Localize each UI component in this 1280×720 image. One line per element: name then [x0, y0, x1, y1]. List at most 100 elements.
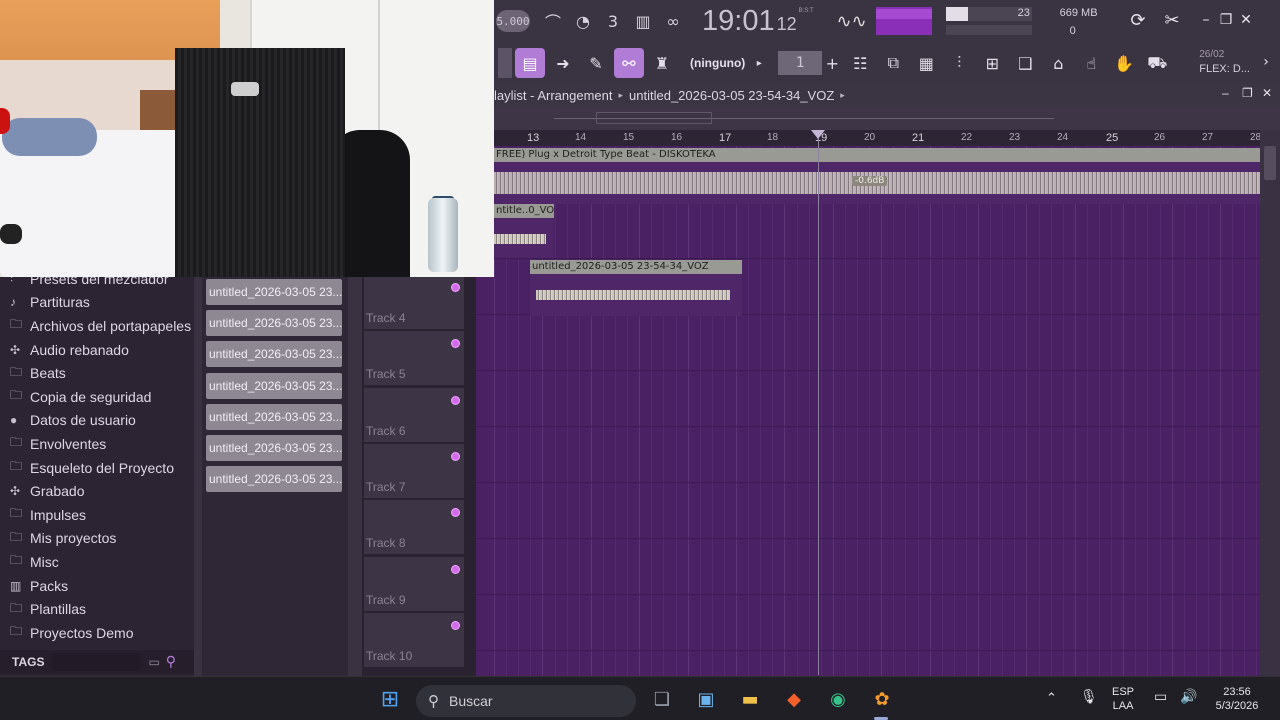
plugin-icon[interactable]: ✂ [1162, 10, 1182, 31]
playlist-minimize-icon[interactable]: – [1222, 86, 1229, 100]
browser-item[interactable]: 🗀 Mis proyectos [0, 527, 194, 551]
playhead-marker[interactable] [811, 130, 825, 139]
volume-icon[interactable]: 🔊 [1180, 689, 1197, 703]
browser-item[interactable]: 🗀 Esqueleto del Proyecto [0, 456, 194, 480]
playlist-grid[interactable] [476, 146, 1260, 676]
playlist-close-icon[interactable]: ✕ [1262, 86, 1272, 100]
piano-roll-icon[interactable]: ▤ [515, 48, 545, 78]
browser-item[interactable]: 🗀 Beats [0, 361, 194, 385]
metronome-icon[interactable]: ⌒ [538, 6, 568, 36]
browser-item[interactable]: ● Datos de usuario [0, 409, 194, 433]
track-led-icon[interactable] [451, 395, 460, 405]
browser-item[interactable]: ✣ Audio rebanado [0, 338, 194, 362]
mixer-icon[interactable]: ⫶ [944, 48, 974, 78]
pattern-item[interactable]: untitled_2026-03-05 23... [206, 435, 342, 461]
pattern-item[interactable]: untitled_2026-03-05 23... [206, 279, 342, 305]
track-led-icon[interactable] [451, 339, 460, 349]
close-icon[interactable]: ✕ [1236, 10, 1256, 30]
fl-studio-icon[interactable]: ✿ [868, 685, 896, 713]
news-panel[interactable]: 26/02 FLEX: D... [1199, 48, 1250, 76]
add-pattern-icon[interactable]: + [822, 48, 842, 78]
timeline-ruler[interactable]: 13 14 15 16 17 18 19 20 21 22 23 24 25 2… [494, 130, 1261, 146]
countdown-icon[interactable]: 3 [598, 6, 628, 36]
browser-item[interactable]: ▥ Packs [0, 574, 194, 598]
search-icon[interactable]: ⚲ [166, 654, 176, 670]
tags-search-input[interactable] [52, 653, 141, 671]
snap-selector[interactable]: (ninguno) [686, 52, 750, 74]
whatsapp-icon[interactable]: ◉ [824, 685, 852, 713]
track-header[interactable]: Track 4 [364, 275, 464, 329]
system-clock[interactable]: 23:56 5/3/2026 [1208, 685, 1266, 713]
track-header[interactable]: Track 8 [364, 500, 464, 555]
pattern-item[interactable]: untitled_2026-03-05 23... [206, 466, 342, 493]
stamp-icon[interactable]: ♜ [647, 48, 677, 78]
task-view-icon[interactable]: ❏ [648, 685, 676, 713]
browser-item[interactable]: ✣ Grabado [0, 479, 194, 503]
pattern-item[interactable]: untitled_2026-03-05 23... [206, 372, 342, 399]
plugin-database-icon[interactable]: ⌂ [1043, 48, 1073, 78]
tempo-display[interactable]: 5.000 [496, 10, 530, 32]
browser-item[interactable]: 🗀 Archivos del portapapeles [0, 314, 194, 338]
browser-item[interactable]: 🗀 Copia de seguridad [0, 385, 194, 409]
oscilloscope-icon[interactable]: ∿∿ [830, 8, 874, 34]
track-header[interactable]: Track 6 [364, 387, 464, 442]
pattern-number-stepper[interactable]: 1 [778, 51, 823, 75]
vertical-scroll-thumb[interactable] [1264, 146, 1276, 180]
step-edit-icon[interactable]: ▥ [628, 6, 658, 36]
playlist-restore-icon[interactable]: ❐ [1242, 86, 1253, 100]
browser-item[interactable]: 🗀 Envolventes [0, 432, 194, 456]
minimize-icon[interactable]: – [1196, 10, 1216, 30]
loop-record-icon[interactable]: ∞ [658, 6, 688, 36]
store-icon[interactable]: ▣ [692, 685, 720, 713]
folder-icon[interactable]: ▭ [148, 655, 159, 669]
track-header[interactable]: Track 10 [364, 612, 464, 667]
track-header[interactable]: Track 9 [364, 556, 464, 611]
track-led-icon[interactable] [451, 451, 460, 461]
audio-clip-voz-2[interactable]: untitled_2026-03-05 23-54-34_VOZ [530, 260, 742, 316]
pattern-item[interactable]: untitled_2026-03-05 23... [206, 403, 342, 430]
chevron-up-icon[interactable]: ⌃ [1046, 691, 1057, 705]
piano-roll-window-icon[interactable]: ▦ [911, 48, 941, 78]
track-header[interactable]: Track 5 [364, 331, 464, 386]
playlist-header[interactable]: laylist - Arrangement ▸ untitled_2026-03… [494, 84, 1280, 106]
browser-item[interactable]: 🗀 Proyectos Demo [0, 621, 194, 645]
pattern-item[interactable]: untitled_2026-03-05 23... [206, 310, 342, 337]
news-next-icon[interactable]: › [1256, 52, 1276, 72]
windows-start-icon[interactable]: ⊞ [376, 685, 404, 713]
project-icon[interactable]: ❑ [1010, 48, 1040, 78]
panel-divider[interactable] [348, 277, 362, 676]
track-led-icon[interactable] [451, 283, 460, 292]
channel-rack-icon[interactable]: ⧉ [878, 48, 908, 78]
browser-item[interactable]: 🗀 Plantillas [0, 597, 194, 621]
horizontal-scrollbar[interactable] [494, 106, 1280, 130]
track-header[interactable]: Track 7 [364, 443, 464, 498]
cpu-memory-monitor[interactable]: 23 669 MB 0 [945, 3, 1104, 39]
browser-item[interactable]: ♪ Partituras [0, 291, 194, 315]
draw-tool-icon[interactable]: ✎ [581, 48, 611, 78]
routing-icon[interactable]: ⊞ [977, 48, 1007, 78]
language-indicator[interactable]: ESP LAA [1112, 685, 1134, 713]
panel-divider[interactable] [194, 277, 202, 676]
playhead-line[interactable] [818, 130, 819, 675]
file-explorer-icon[interactable]: ▬ [736, 685, 764, 713]
hand-icon[interactable]: ✋ [1109, 48, 1139, 78]
microphone-icon[interactable]: 🎙 [1080, 689, 1098, 703]
toolbar-handle-icon[interactable] [498, 48, 512, 78]
link-icon[interactable]: ⚯ [614, 48, 644, 78]
wait-record-icon[interactable]: ◔ [568, 6, 598, 36]
scroll-thumb[interactable] [596, 112, 712, 124]
taskbar-search[interactable]: ⚲ Buscar [416, 685, 636, 717]
track-led-icon[interactable] [451, 508, 460, 518]
arrow-left-icon[interactable]: ▸ [749, 48, 769, 78]
vertical-scrollbar[interactable] [1260, 130, 1280, 676]
network-icon[interactable]: ▭ [1154, 689, 1167, 703]
touch-icon[interactable]: ☝ [1076, 48, 1106, 78]
online-sync-icon[interactable]: ⟳ [1128, 10, 1148, 31]
audio-clip-beat[interactable]: FREE) Plug x Detroit Type Beat - DISKOTE… [494, 148, 1260, 204]
arrow-right-icon[interactable]: ➜ [548, 48, 578, 78]
browser-item[interactable]: 🗀 Misc [0, 550, 194, 574]
brave-browser-icon[interactable]: ◆ [780, 685, 808, 713]
track-led-icon[interactable] [451, 564, 460, 574]
song-position-clock[interactable]: 19:01 12 B:S:T [702, 5, 814, 38]
pattern-item[interactable]: untitled_2026-03-05 23... [206, 341, 342, 368]
